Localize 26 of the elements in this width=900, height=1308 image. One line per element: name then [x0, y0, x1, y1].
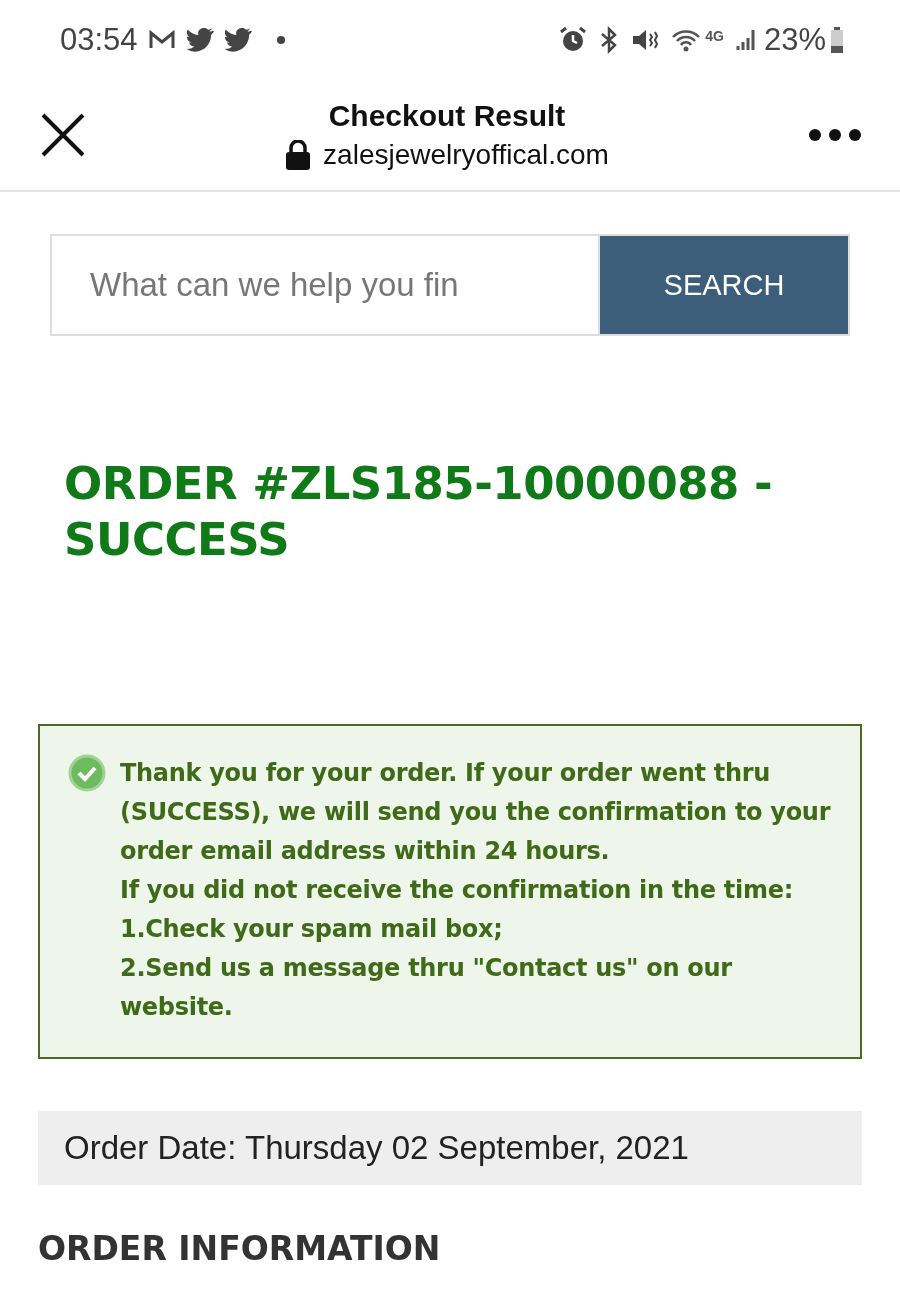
page-title: Checkout Result — [328, 99, 566, 133]
close-icon[interactable] — [40, 112, 86, 158]
message-text: Thank you for your order. If your order went thru (SUCCESS), we will send you the confirmation to your order email address within 24 hours. — [120, 758, 832, 867]
battery-percent: 23% — [763, 22, 826, 58]
network-type: 4G — [705, 28, 724, 44]
battery-icon — [830, 27, 844, 53]
page-url: zalesjewelryoffical.com — [323, 139, 609, 171]
dot-icon — [275, 35, 286, 45]
search-field[interactable]: What can we help you fin — [50, 234, 598, 336]
order-date: Order Date: Thursday 02 September, 2021 — [64, 1129, 689, 1167]
signal-icon — [735, 28, 756, 52]
bird-icon — [185, 28, 214, 52]
more-icon[interactable] — [808, 128, 862, 142]
mail-icon — [147, 29, 176, 51]
section-heading: ORDER INFORMATION — [38, 1229, 442, 1268]
status-time: 03:54 — [60, 22, 138, 58]
search-button[interactable]: SEARCH — [598, 234, 850, 336]
order-title: ORDER #ZLS185-10000088 - SUCCESS — [64, 456, 774, 568]
alarm-icon — [559, 26, 588, 54]
message-text: 1.Check your spam mail box; — [120, 914, 504, 945]
check-circle-icon — [68, 754, 106, 792]
wifi-icon — [671, 28, 702, 52]
lock-icon — [285, 140, 312, 170]
message-text: 2.Send us a message thru "Contact us" on our website. — [120, 953, 733, 1023]
message-text: If you did not receive the confirmation in the time: — [120, 875, 794, 906]
bird-icon — [223, 28, 252, 52]
